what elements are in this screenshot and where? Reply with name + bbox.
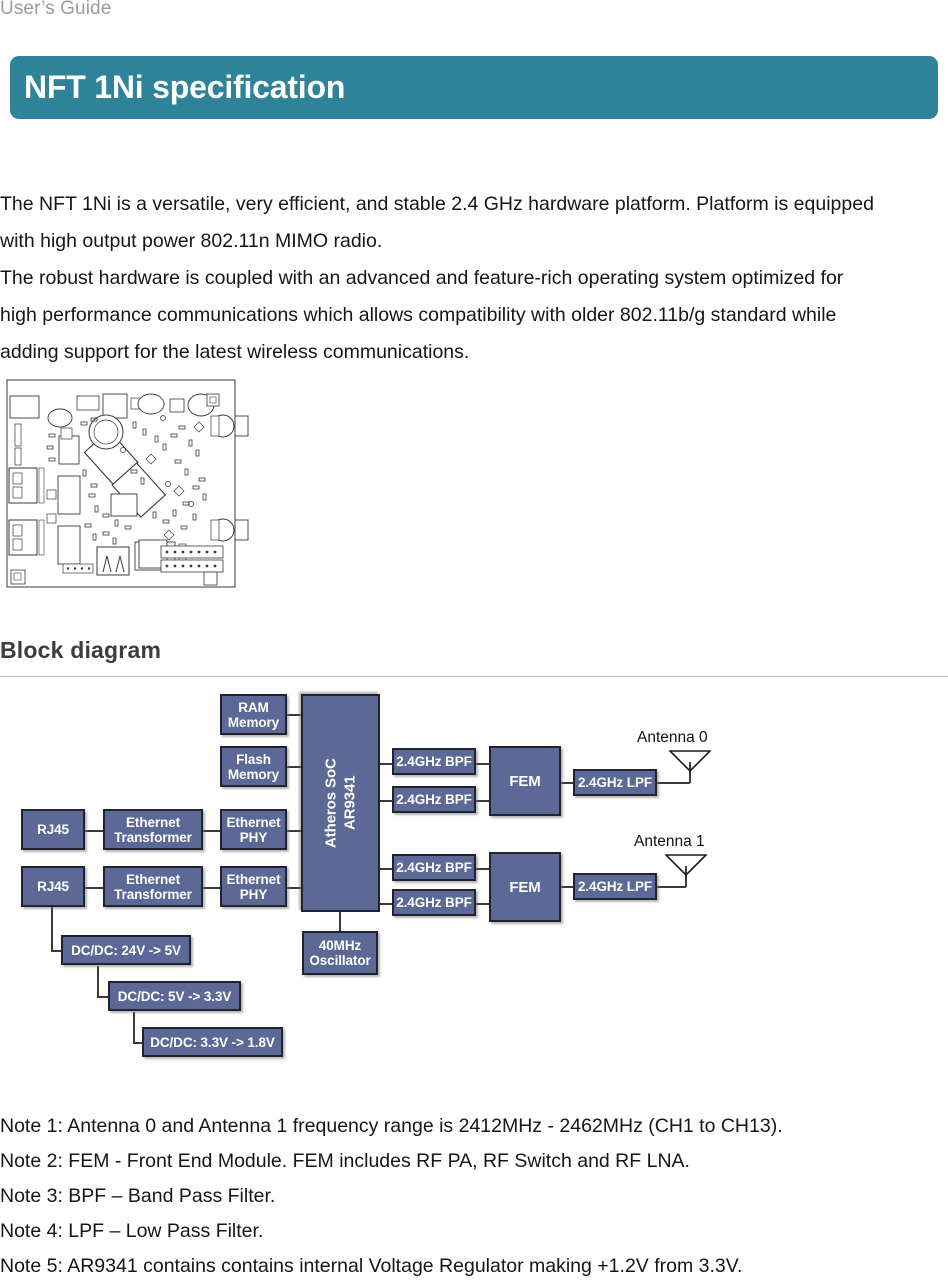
page-title-banner: NFT 1Ni specification (10, 56, 938, 119)
wire-fem0-to-lpf0 (560, 782, 574, 784)
wire-phy0-to-soc (286, 830, 302, 832)
antenna-1-icon (665, 854, 707, 876)
note-item: Note 4: LPF – Low Pass Filter. (0, 1220, 264, 1242)
wire-dcdc2-to-dcdc3 (133, 1012, 135, 1043)
document-page: User’s Guide NFT 1Ni specification The N… (0, 0, 948, 1284)
block-dcdc-24v-5v: DC/DC: 24V -> 5V (61, 935, 191, 965)
wire-soc-to-oscillator (339, 912, 341, 932)
block-rj45-0: RJ45 (21, 809, 85, 850)
block-ethernet-transformer-0: Ethernet Transformer (103, 809, 203, 850)
intro-line: The robust hardware is coupled with an a… (0, 267, 844, 289)
wire-bpf3-to-fem1 (475, 903, 489, 905)
section-divider (0, 676, 948, 677)
block-fem-1: FEM (489, 852, 561, 922)
wire-flash-to-soc (286, 766, 302, 768)
wire-rj45-0-to-xfmr0 (85, 830, 103, 832)
wire-xfmr0-to-phy0 (203, 830, 220, 832)
block-bpf-0: 2.4GHz BPF (392, 748, 476, 775)
intro-paragraphs: The NFT 1Ni is a versatile, very efficie… (0, 186, 944, 371)
block-diagram: RAM Memory Flash Memory Ethernet PHY Eth… (0, 690, 948, 1070)
block-atheros-soc: Atheros SoC AR9341 (301, 694, 380, 912)
antenna-1-label: Antenna 1 (634, 833, 705, 850)
block-40mhz-oscillator: 40MHz Oscillator (302, 931, 378, 975)
intro-line: with high output power 802.11n MIMO radi… (0, 230, 383, 252)
block-bpf-1: 2.4GHz BPF (392, 786, 476, 813)
block-rj45-1: RJ45 (21, 866, 85, 907)
intro-line: adding support for the latest wireless c… (0, 341, 470, 363)
antenna-0-icon (669, 750, 711, 772)
block-fem-0: FEM (489, 746, 561, 816)
block-dcdc-3v3-1v8: DC/DC: 3.3V -> 1.8V (142, 1027, 283, 1057)
wire-lpf1-to-antenna1 (656, 886, 686, 888)
intro-line: The NFT 1Ni is a versatile, very efficie… (0, 193, 874, 215)
note-item: Note 2: FEM - Front End Module. FEM incl… (0, 1150, 690, 1172)
wire-ram-to-soc (286, 714, 302, 716)
wire-rj45-1-power-drop (51, 905, 53, 951)
wire-rj45-1-to-xfmr1 (85, 887, 103, 889)
wire-bpf2-to-fem1 (475, 868, 489, 870)
note-item: Note 1: Antenna 0 and Antenna 1 frequenc… (0, 1115, 783, 1137)
block-ethernet-phy-1: Ethernet PHY (220, 866, 287, 907)
block-flash-memory: Flash Memory (220, 746, 287, 787)
wire-xfmr1-to-phy1 (203, 887, 220, 889)
wire-bpf0-to-fem0 (475, 763, 489, 765)
wire-fem1-to-lpf1 (560, 886, 574, 888)
wire-bpf1-to-fem0 (475, 800, 489, 802)
note-item: Note 5: AR9341 contains contains interna… (0, 1255, 743, 1277)
wire-dcdc1-to-dcdc2 (97, 966, 99, 997)
block-ethernet-transformer-1: Ethernet Transformer (103, 866, 203, 907)
running-header-title: User’s Guide (0, 0, 112, 19)
note-item: Note 3: BPF – Band Pass Filter. (0, 1185, 276, 1207)
block-bpf-2: 2.4GHz BPF (392, 854, 476, 881)
page-title: NFT 1Ni specification (24, 68, 346, 105)
notes-list: Note 1: Antenna 0 and Antenna 1 frequenc… (0, 1109, 944, 1284)
block-lpf-1: 2.4GHz LPF (573, 873, 657, 900)
block-ram-memory: RAM Memory (220, 694, 287, 735)
block-lpf-0: 2.4GHz LPF (573, 769, 657, 796)
antenna-0-label: Antenna 0 (637, 729, 708, 746)
pcb-layout-figure (3, 374, 250, 594)
section-heading-block-diagram: Block diagram (0, 637, 162, 663)
wire-lpf0-to-antenna0 (656, 782, 690, 784)
wire-phy1-to-soc (286, 887, 302, 889)
block-dcdc-5v-3v3: DC/DC: 5V -> 3.3V (108, 981, 241, 1011)
block-ethernet-phy-0: Ethernet PHY (220, 809, 287, 850)
intro-line: high performance communications which al… (0, 304, 837, 326)
block-bpf-3: 2.4GHz BPF (392, 889, 476, 916)
